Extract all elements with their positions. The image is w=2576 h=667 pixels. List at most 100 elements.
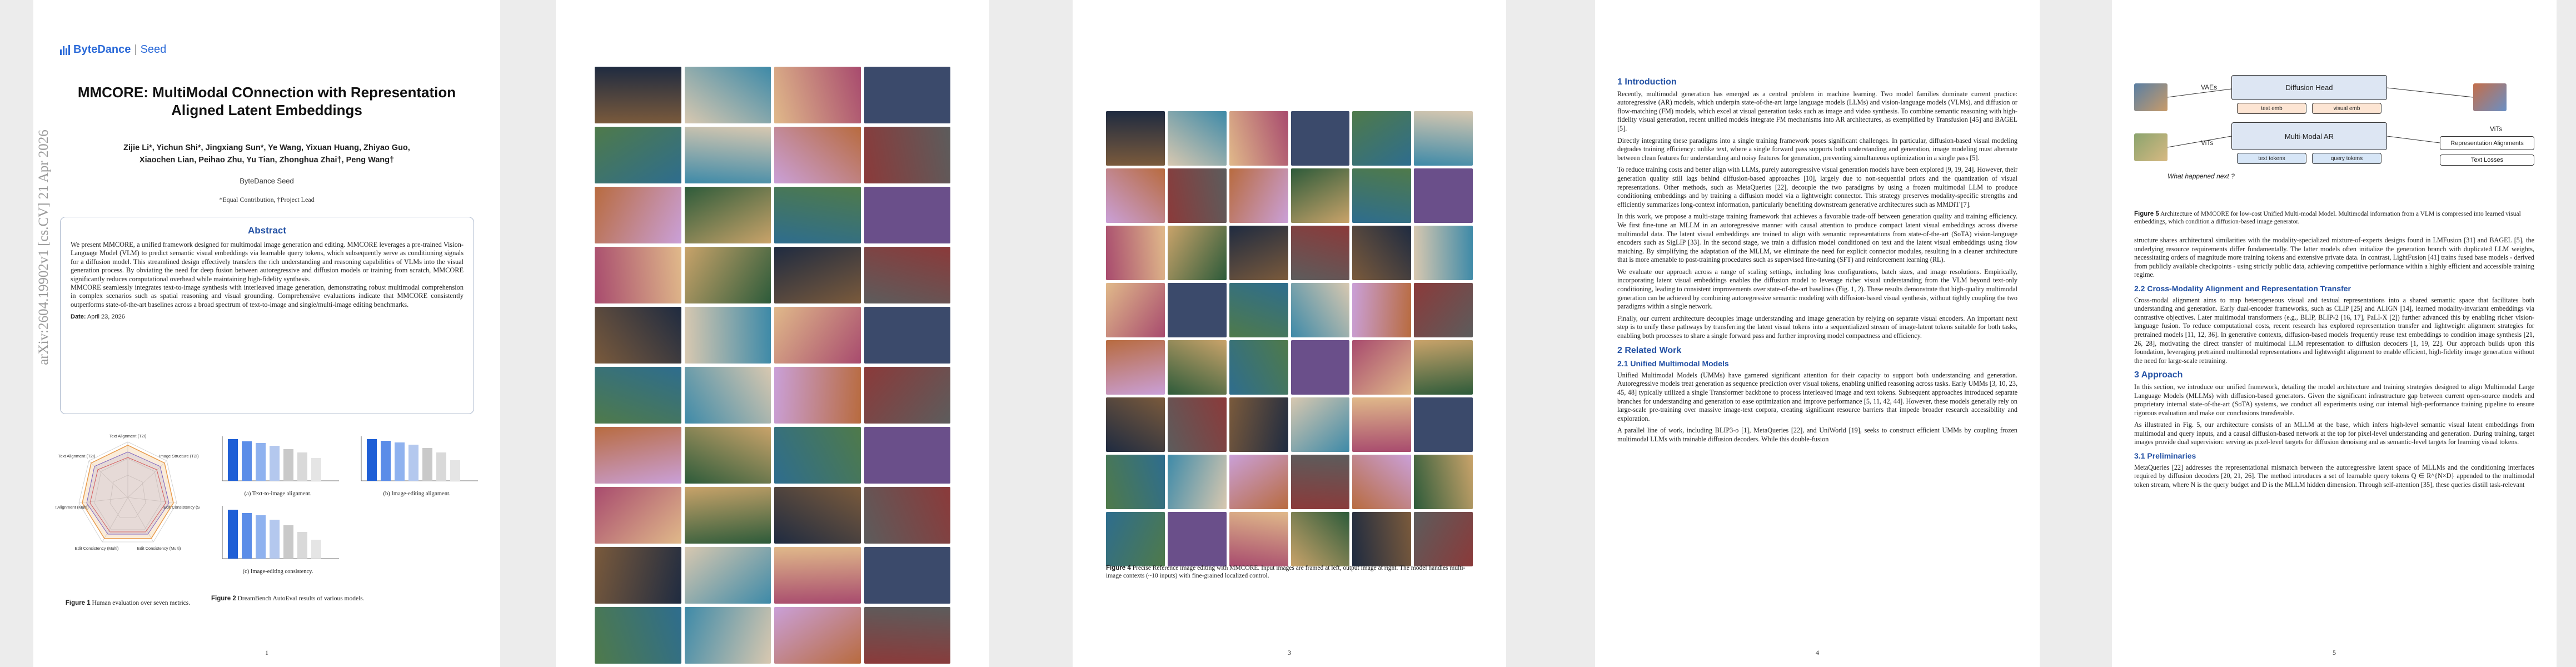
bar-chart-a xyxy=(222,436,339,481)
gallery-image xyxy=(1414,226,1473,280)
gallery-image xyxy=(774,427,861,484)
section-introduction: 1 Introduction xyxy=(1617,77,1677,87)
page-number: 4 xyxy=(1816,649,1819,656)
bar-chart-c xyxy=(222,506,339,559)
paper-page-5: VAEs ViTs Diffusion Head text emb visual… xyxy=(2112,0,2557,667)
gallery-image xyxy=(684,247,771,303)
bytedance-logo-icon xyxy=(60,44,70,55)
gallery-image xyxy=(595,127,681,183)
subsection-preliminaries: 3.1 Preliminaries xyxy=(2134,451,2196,461)
gallery-image xyxy=(1414,283,1473,337)
abstract-date: Date: April 23, 2026 xyxy=(71,313,125,321)
gallery-image xyxy=(774,307,861,364)
gallery-image xyxy=(684,427,771,484)
page-number: 3 xyxy=(1288,649,1291,656)
gallery-image xyxy=(774,367,861,424)
related-paragraph: Unified Multimodal Models (UMMs) have ga… xyxy=(1617,371,2017,422)
gallery-image xyxy=(1229,283,1288,337)
subsection-cross-modality: 2.2 Cross-Modality Alignment and Represe… xyxy=(2134,283,2351,293)
gallery-image xyxy=(864,247,950,303)
gallery-image xyxy=(1291,168,1350,223)
gallery-image xyxy=(1414,512,1473,566)
intro-paragraph: We evaluate our approach across a range … xyxy=(1617,267,2017,311)
figure-2-caption: Figure 2 DreamBench AutoEval results of … xyxy=(211,595,365,602)
section-related-work: 2 Related Work xyxy=(1617,345,1682,355)
diagram-arrows xyxy=(2167,87,2474,148)
gallery-image xyxy=(1352,455,1412,509)
radar-label-2: Edit Consistency (Single) xyxy=(163,505,200,510)
gallery-image xyxy=(1106,168,1165,223)
paper-page-1: arXiv:2604.19902v1 [cs.CV] 21 Apr 2026 B… xyxy=(33,0,500,667)
body-paragraph: As illustrated in Fig. 5, our architectu… xyxy=(2134,421,2534,446)
gallery-image xyxy=(864,127,950,183)
gallery-image xyxy=(1229,397,1288,452)
related-paragraph: A parallel line of work, including BLIP3… xyxy=(1617,426,2017,443)
gallery-image xyxy=(1414,168,1473,223)
abstract-box: Abstract We present MMCORE, a unified fr… xyxy=(60,217,474,414)
gallery-image xyxy=(1352,340,1412,395)
figure-1-caption: Figure 1 Human evaluation over seven met… xyxy=(65,600,191,606)
gallery-image xyxy=(1291,340,1350,395)
page-4-text: 1 Introduction Recently, multimodal gene… xyxy=(1617,72,2017,447)
abstract-paragraph-2: MMCORE seamlessly integrates text-to-ima… xyxy=(71,283,464,308)
gallery-image xyxy=(1229,168,1288,223)
gallery-image xyxy=(595,427,681,484)
intro-paragraph: To reduce training costs and better alig… xyxy=(1617,166,2017,208)
gallery-image xyxy=(864,607,950,664)
gallery-image xyxy=(1106,512,1165,566)
gallery-image xyxy=(1167,397,1227,452)
radar-label-6: Text Alignment (T2I) xyxy=(58,454,96,459)
gallery-image xyxy=(864,187,950,243)
gallery-image xyxy=(864,307,950,364)
gallery-image xyxy=(684,187,771,243)
gallery-image xyxy=(1106,340,1165,395)
gallery-image xyxy=(1352,397,1412,452)
body-paragraph: structure shares architectural similarit… xyxy=(2134,236,2534,279)
gallery-image xyxy=(1414,397,1473,452)
paper-title: MMCORE: MultiModal COnnection with Repre… xyxy=(77,84,456,118)
radar-label-0: Text Alignment (T2I) xyxy=(109,434,147,439)
gallery-image xyxy=(1106,283,1165,337)
gallery-image xyxy=(595,487,681,544)
gallery-image xyxy=(1106,397,1165,452)
author-list: Zijie Li*, Yichun Shi*, Jingxiang Sun*, … xyxy=(123,143,410,165)
gallery-image xyxy=(1167,283,1227,337)
gallery-image xyxy=(864,427,950,484)
gallery-image xyxy=(1167,226,1227,280)
page-number: 1 xyxy=(265,649,268,656)
subsection-unified-models: 2.1 Unified Multimodal Models xyxy=(1617,359,1729,369)
paper-page-4: 1 Introduction Recently, multimodal gene… xyxy=(1595,0,2040,667)
abstract-paragraph-1: We present MMCORE, a unified framework d… xyxy=(71,241,464,283)
gallery-image xyxy=(684,547,771,604)
gallery-image xyxy=(1291,226,1350,280)
gallery-image xyxy=(595,187,681,243)
radar-label-4: Edit Consistency (Multi) xyxy=(75,546,119,551)
gallery-image xyxy=(1229,340,1288,395)
bytedance-seed-logo: ByteDance | Seed xyxy=(60,43,166,56)
gallery-image xyxy=(1291,512,1350,566)
figure-1: Text Alignment (T2I) Image Structure (T2… xyxy=(49,425,211,614)
gallery-image xyxy=(684,67,771,123)
body-paragraph: In this section, we introduce our unifie… xyxy=(2134,382,2534,417)
affiliation: ByteDance Seed xyxy=(240,177,294,185)
subcaption-b: (b) Image-editing alignment. xyxy=(383,491,451,497)
gallery-image xyxy=(595,67,681,123)
gallery-image xyxy=(774,547,861,604)
gallery-image xyxy=(864,67,950,123)
gallery-image xyxy=(684,487,771,544)
gallery-image xyxy=(1291,455,1350,509)
gallery-image xyxy=(864,547,950,604)
gallery-image xyxy=(595,547,681,604)
gallery-image xyxy=(1291,111,1350,166)
subcaption-c: (c) Image-editing consistency. xyxy=(242,569,313,575)
gallery-image xyxy=(774,607,861,664)
intro-paragraph: Directly integrating these paradigms int… xyxy=(1617,136,2017,162)
page-5-text: structure shares architectural similarit… xyxy=(2134,236,2534,492)
contribution-note: *Equal Contribution, †Project Lead xyxy=(219,196,315,203)
gallery-image xyxy=(774,127,861,183)
radar-label-3: Edit Consistency (Multi) xyxy=(137,546,181,551)
gallery-image xyxy=(1291,397,1350,452)
subcaption-a: (a) Text-to-image alignment. xyxy=(244,491,312,497)
body-paragraph: MetaQueries [22] addresses the represent… xyxy=(2134,463,2534,489)
gallery-image xyxy=(1167,168,1227,223)
